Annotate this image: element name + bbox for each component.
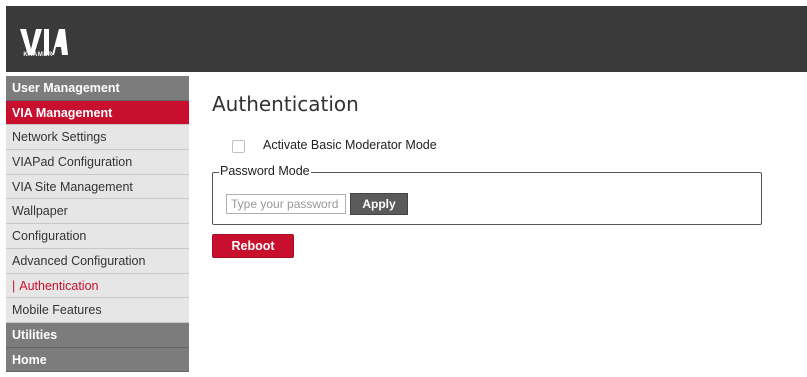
moderator-mode-checkbox[interactable]: [232, 140, 245, 153]
sidebar-item-network-settings[interactable]: Network Settings: [6, 125, 189, 151]
current-marker: |: [12, 278, 16, 293]
password-input[interactable]: [226, 194, 346, 214]
sidebar-item-viapad-configuration[interactable]: VIAPad Configuration: [6, 150, 189, 175]
top-header-bar: KRAMER: [6, 6, 807, 72]
sidebar-item-home[interactable]: Home: [6, 347, 189, 373]
moderator-mode-label[interactable]: Activate Basic Moderator Mode: [263, 138, 437, 152]
sidebar-item-utilities[interactable]: Utilities: [6, 322, 189, 348]
reboot-button[interactable]: Reboot: [212, 234, 294, 258]
brand-logo-text: KRAMER: [23, 52, 53, 58]
sidebar-item-via-site-management[interactable]: VIA Site Management: [6, 174, 189, 200]
sidebar-nav: User Management VIA Management Network S…: [6, 76, 189, 373]
page-title: Authentication: [212, 92, 359, 116]
sidebar-item-authentication[interactable]: | Authentication: [6, 273, 189, 299]
main-content: Authentication Activate Basic Moderator …: [212, 92, 792, 258]
sidebar-item-advanced-configuration[interactable]: Advanced Configuration: [6, 248, 189, 274]
password-mode-fieldset: Password Mode Apply: [212, 164, 762, 225]
sidebar-item-via-management[interactable]: VIA Management: [6, 100, 189, 126]
sidebar-item-wallpaper[interactable]: Wallpaper: [6, 199, 189, 225]
sidebar-item-user-management[interactable]: User Management: [6, 76, 189, 101]
sidebar-item-configuration[interactable]: Configuration: [6, 224, 189, 249]
apply-button[interactable]: Apply: [350, 193, 408, 215]
sidebar-item-label: Authentication: [19, 278, 99, 293]
moderator-mode-row: Activate Basic Moderator Mode: [232, 138, 632, 156]
sidebar-item-mobile-features[interactable]: Mobile Features: [6, 298, 189, 323]
password-mode-legend: Password Mode: [219, 164, 311, 178]
